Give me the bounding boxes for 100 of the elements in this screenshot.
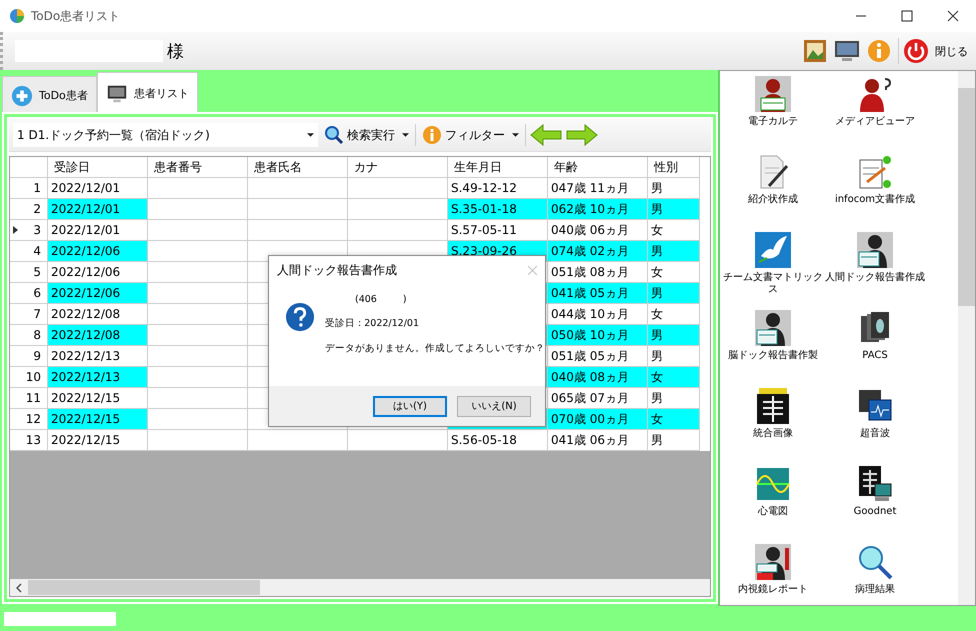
table-cell: 074歳 02ヵ月 xyxy=(548,241,648,262)
table-cell: 男 xyxy=(648,241,700,262)
table-cell: 2022/12/08 xyxy=(48,304,148,325)
tab[interactable]: 患者リスト xyxy=(96,72,198,114)
table-cell: 062歳 10ヵ月 xyxy=(548,199,648,220)
person-chart-icon xyxy=(755,76,791,112)
table-cell: 050歳 10ヵ月 xyxy=(548,325,648,346)
document-clover-icon xyxy=(857,154,893,190)
launcher-item[interactable]: Goodnet xyxy=(824,463,926,541)
column-header[interactable]: カナ xyxy=(348,157,448,178)
launcher-item[interactable]: チーム文書マトリックス xyxy=(722,229,824,307)
dialog-button[interactable]: はい(Y) xyxy=(373,396,447,416)
row-number: 5 xyxy=(10,262,48,283)
person-question-icon xyxy=(857,76,893,112)
row-number: 6 xyxy=(10,283,48,304)
person-report-icon xyxy=(857,232,893,268)
table-cell: S.49-12-12 xyxy=(448,178,548,199)
power-icon xyxy=(903,38,929,64)
table-cell: 女 xyxy=(648,304,700,325)
info-icon xyxy=(422,125,442,145)
row-number: 8 xyxy=(10,325,48,346)
row-number: 2 xyxy=(10,199,48,220)
person-report-icon xyxy=(755,310,791,346)
launcher-item[interactable]: メディアビューア xyxy=(824,73,926,151)
table-cell: 女 xyxy=(648,409,700,430)
table-cell: 2022/12/01 xyxy=(48,220,148,241)
launcher-item[interactable]: 人間ドック報告書作成 xyxy=(824,229,926,307)
launcher-item[interactable]: PACS xyxy=(824,307,926,385)
table-cell: 女 xyxy=(648,262,700,283)
magnifier-icon xyxy=(857,544,893,580)
picture-frame-icon[interactable] xyxy=(802,38,828,64)
table-cell: 051歳 08ヵ月 xyxy=(548,262,648,283)
table-corner xyxy=(10,157,48,178)
launcher-item[interactable]: 紹介状作成 xyxy=(722,151,824,229)
forward-arrow-icon[interactable] xyxy=(566,124,598,146)
table-cell: S.56-05-18 xyxy=(448,430,548,451)
launcher-item[interactable]: 心電図 xyxy=(722,463,824,541)
dialog-text: (406 xyxy=(355,294,377,305)
caret-icon xyxy=(307,133,314,137)
row-number: 3 xyxy=(10,220,48,241)
table-cell: 044歳 10ヵ月 xyxy=(548,304,648,325)
launcher-item[interactable]: 病理結果 xyxy=(824,541,926,605)
table-cell: 女 xyxy=(648,367,700,388)
table-cell: 040歳 08ヵ月 xyxy=(548,367,648,388)
close-icon[interactable] xyxy=(528,266,537,274)
table-cell: 男 xyxy=(648,199,700,220)
column-header[interactable]: 年齢 xyxy=(548,157,648,178)
row-number: 1 xyxy=(10,178,48,199)
row-number: 9 xyxy=(10,346,48,367)
launcher-item[interactable]: 超音波 xyxy=(824,385,926,463)
monitor-icon[interactable] xyxy=(834,38,860,64)
plus-icon xyxy=(11,84,33,106)
dove-icon xyxy=(755,232,791,268)
row-number: 12 xyxy=(10,409,48,430)
table-cell: 051歳 05ヵ月 xyxy=(548,346,648,367)
table-cell: 041歳 05ヵ月 xyxy=(548,283,648,304)
launcher-item[interactable]: 統合画像 xyxy=(722,385,824,463)
table-cell: 2022/12/06 xyxy=(48,241,148,262)
ecg-wave-icon xyxy=(755,466,791,502)
launcher-item[interactable]: infocom文書作成 xyxy=(824,151,926,229)
table-cell: 2022/12/13 xyxy=(48,367,148,388)
tab[interactable]: ToDo患者 xyxy=(2,76,97,114)
caret-icon xyxy=(402,133,409,137)
table-cell: 047歳 11ヵ月 xyxy=(548,178,648,199)
xray-monitor-icon xyxy=(857,466,893,502)
filter-button[interactable]: フィルター xyxy=(420,125,521,145)
list-dropdown[interactable]: 1 D1.ドック予約一覧（宿泊ドック) xyxy=(13,123,318,147)
column-header[interactable]: 患者氏名 xyxy=(248,157,348,178)
horizontal-scrollbar[interactable] xyxy=(10,579,710,596)
dialog-button[interactable]: いいえ(N) xyxy=(457,396,531,416)
table-cell: 男 xyxy=(648,178,700,199)
table-cell: 2022/12/01 xyxy=(48,178,148,199)
column-header[interactable]: 生年月日 xyxy=(448,157,548,178)
info-icon[interactable] xyxy=(866,38,892,64)
column-header[interactable]: 患者番号 xyxy=(148,157,248,178)
row-number: 10 xyxy=(10,367,48,388)
scroll-left-icon[interactable] xyxy=(16,582,22,592)
table-cell: S.35-01-18 xyxy=(448,199,548,220)
launcher-item[interactable]: 電子カルテ xyxy=(722,73,824,151)
vertical-scrollbar[interactable] xyxy=(958,71,975,605)
launcher-item[interactable]: 脳ドック報告書作製 xyxy=(722,307,824,385)
row-number: 13 xyxy=(10,430,48,451)
table-cell: 2022/12/08 xyxy=(48,325,148,346)
table-cell: 065歳 07ヵ月 xyxy=(548,388,648,409)
row-number: 4 xyxy=(10,241,48,262)
search-button[interactable]: 検索実行 xyxy=(322,125,411,145)
launcher-item[interactable]: 内視鏡レポート xyxy=(722,541,824,605)
table-cell: 2022/12/01 xyxy=(48,199,148,220)
honorific-label: 様 xyxy=(167,40,184,62)
table-cell: 2022/12/06 xyxy=(48,283,148,304)
column-header[interactable]: 受診日 xyxy=(48,157,148,178)
column-header[interactable]: 性別 xyxy=(648,157,700,178)
search-icon xyxy=(324,125,344,145)
back-arrow-icon[interactable] xyxy=(530,124,562,146)
caret-icon xyxy=(512,133,519,137)
table-cell: 2022/12/15 xyxy=(48,388,148,409)
table-cell: 2022/12/15 xyxy=(48,430,148,451)
close-app-button[interactable]: 閉じる xyxy=(898,38,976,64)
dialog-text: 受診日 : 2022/12/01 xyxy=(325,317,420,330)
current-row-icon xyxy=(13,226,18,234)
